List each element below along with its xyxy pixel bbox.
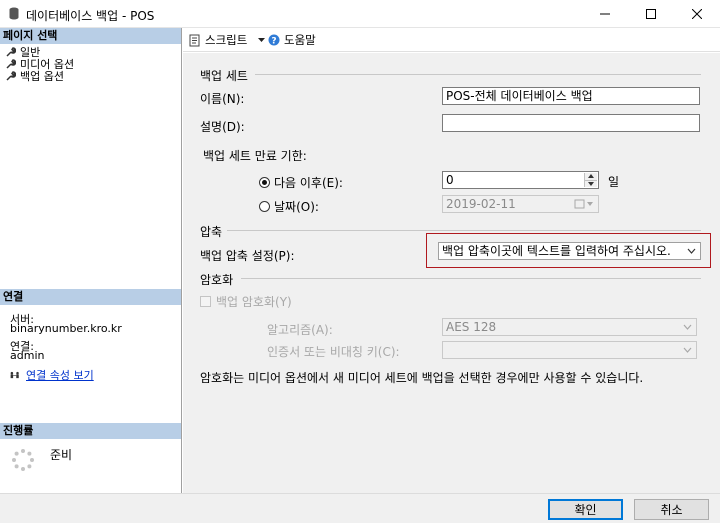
sidebar-item-label: 백업 옵션 [20,69,64,83]
maximize-button[interactable] [628,0,674,28]
script-icon [189,34,200,46]
wrench-icon [6,70,16,81]
cancel-button[interactable]: 취소 [634,499,709,520]
after-days-value: 0 [446,173,454,187]
days-unit-label: 일 [608,175,620,189]
close-icon [692,9,702,19]
encrypt-backup-label: 백업 암호화(Y) [216,295,292,309]
days-spinner[interactable] [584,173,597,187]
toolbar: 스크립트 ? 도움말 [183,28,720,52]
algorithm-select[interactable]: AES 128 [442,318,697,336]
description-label: 설명(D): [200,120,245,134]
chevron-down-icon [683,347,692,353]
maximize-icon [646,9,656,19]
chevron-down-icon [588,181,594,186]
description-input[interactable] [442,114,700,132]
encryption-section-title: 암호화 [200,273,234,287]
script-button[interactable]: 스크립트 [189,32,266,48]
page-select-header: 페이지 선택 [0,28,181,44]
connection-icon [10,371,19,378]
chevron-down-icon [258,38,266,42]
chevron-down-icon [687,248,696,254]
title-bar: 데이터베이스 백업 - POS [0,0,720,28]
backup-set-section-title: 백업 세트 [200,69,248,83]
name-input[interactable]: POS-전체 데이터베이스 백업 [442,87,700,105]
progress-status: 준비 [50,448,73,462]
after-days-label: 다음 이후(E): [274,176,343,190]
encrypt-backup-checkbox[interactable]: 백업 암호화(Y) [200,293,292,310]
section-divider [227,230,701,231]
chevron-down-icon [683,324,692,330]
spin-down-button[interactable] [585,179,597,187]
svg-text:?: ? [271,36,276,46]
wrench-icon [6,58,16,69]
sidebar: 페이지 선택 일반 미디어 옵션 백업 옵션 연결 서버: binarynumb… [0,28,182,493]
close-button[interactable] [674,0,720,28]
on-date-radio[interactable]: 날짜(O): [259,198,319,215]
database-icon [9,7,19,20]
help-icon: ? [268,34,280,46]
view-connection-properties[interactable]: 연결 속성 보기 [10,367,94,383]
connection-value: admin [10,349,45,362]
certificate-select[interactable] [442,341,697,359]
radio-dot [259,201,270,212]
on-date-label: 날짜(O): [274,200,319,214]
name-label: 이름(N): [200,92,245,106]
section-divider [241,278,701,279]
wrench-icon [6,46,16,57]
dialog-footer: 확인 취소 [0,493,720,523]
expiry-label: 백업 세트 만료 기한: [203,149,307,163]
chevron-up-icon [588,174,594,179]
main-panel: 백업 세트 이름(N): POS-전체 데이터베이스 백업 설명(D): 백업 … [183,53,720,493]
compression-setting-label: 백업 압축 설정(P): [200,249,295,263]
ok-button[interactable]: 확인 [548,499,623,520]
view-connection-link[interactable]: 연결 속성 보기 [26,367,94,383]
minimize-button[interactable] [582,0,628,28]
script-label: 스크립트 [205,33,248,47]
section-divider [255,74,701,75]
connection-header: 연결 [0,289,181,305]
progress-header: 진행률 [0,423,181,439]
minimize-icon [600,13,610,15]
sidebar-item-backup-options[interactable]: 백업 옵션 [6,69,64,83]
compression-setting-select[interactable]: 백업 압축이곳에 텍스트를 입력하여 주십시오. [438,242,701,260]
certificate-label: 인증서 또는 비대칭 키(C): [267,345,400,359]
algorithm-value: AES 128 [446,320,497,334]
calendar-dropdown-icon [574,199,593,209]
compression-setting-value: 백업 압축이곳에 텍스트를 입력하여 주십시오. [442,244,671,258]
compression-section-title: 압축 [200,225,223,239]
help-button[interactable]: ? 도움말 [268,32,316,48]
after-days-radio[interactable]: 다음 이후(E): [259,174,343,191]
help-label: 도움말 [284,33,316,47]
radio-dot [259,177,270,188]
after-days-input[interactable]: 0 [442,171,599,189]
progress-spinner-icon [12,449,34,471]
server-value: binarynumber.kro.kr [10,322,122,335]
encryption-note: 암호화는 미디어 옵션에서 새 미디어 세트에 백업을 선택한 경우에만 사용할… [200,371,644,385]
on-date-picker[interactable]: 2019-02-11 [442,195,599,213]
on-date-value: 2019-02-11 [446,197,516,211]
checkbox-box [200,296,211,307]
window-title: 데이터베이스 백업 - POS [26,9,155,23]
algorithm-label: 알고리즘(A): [267,323,333,337]
